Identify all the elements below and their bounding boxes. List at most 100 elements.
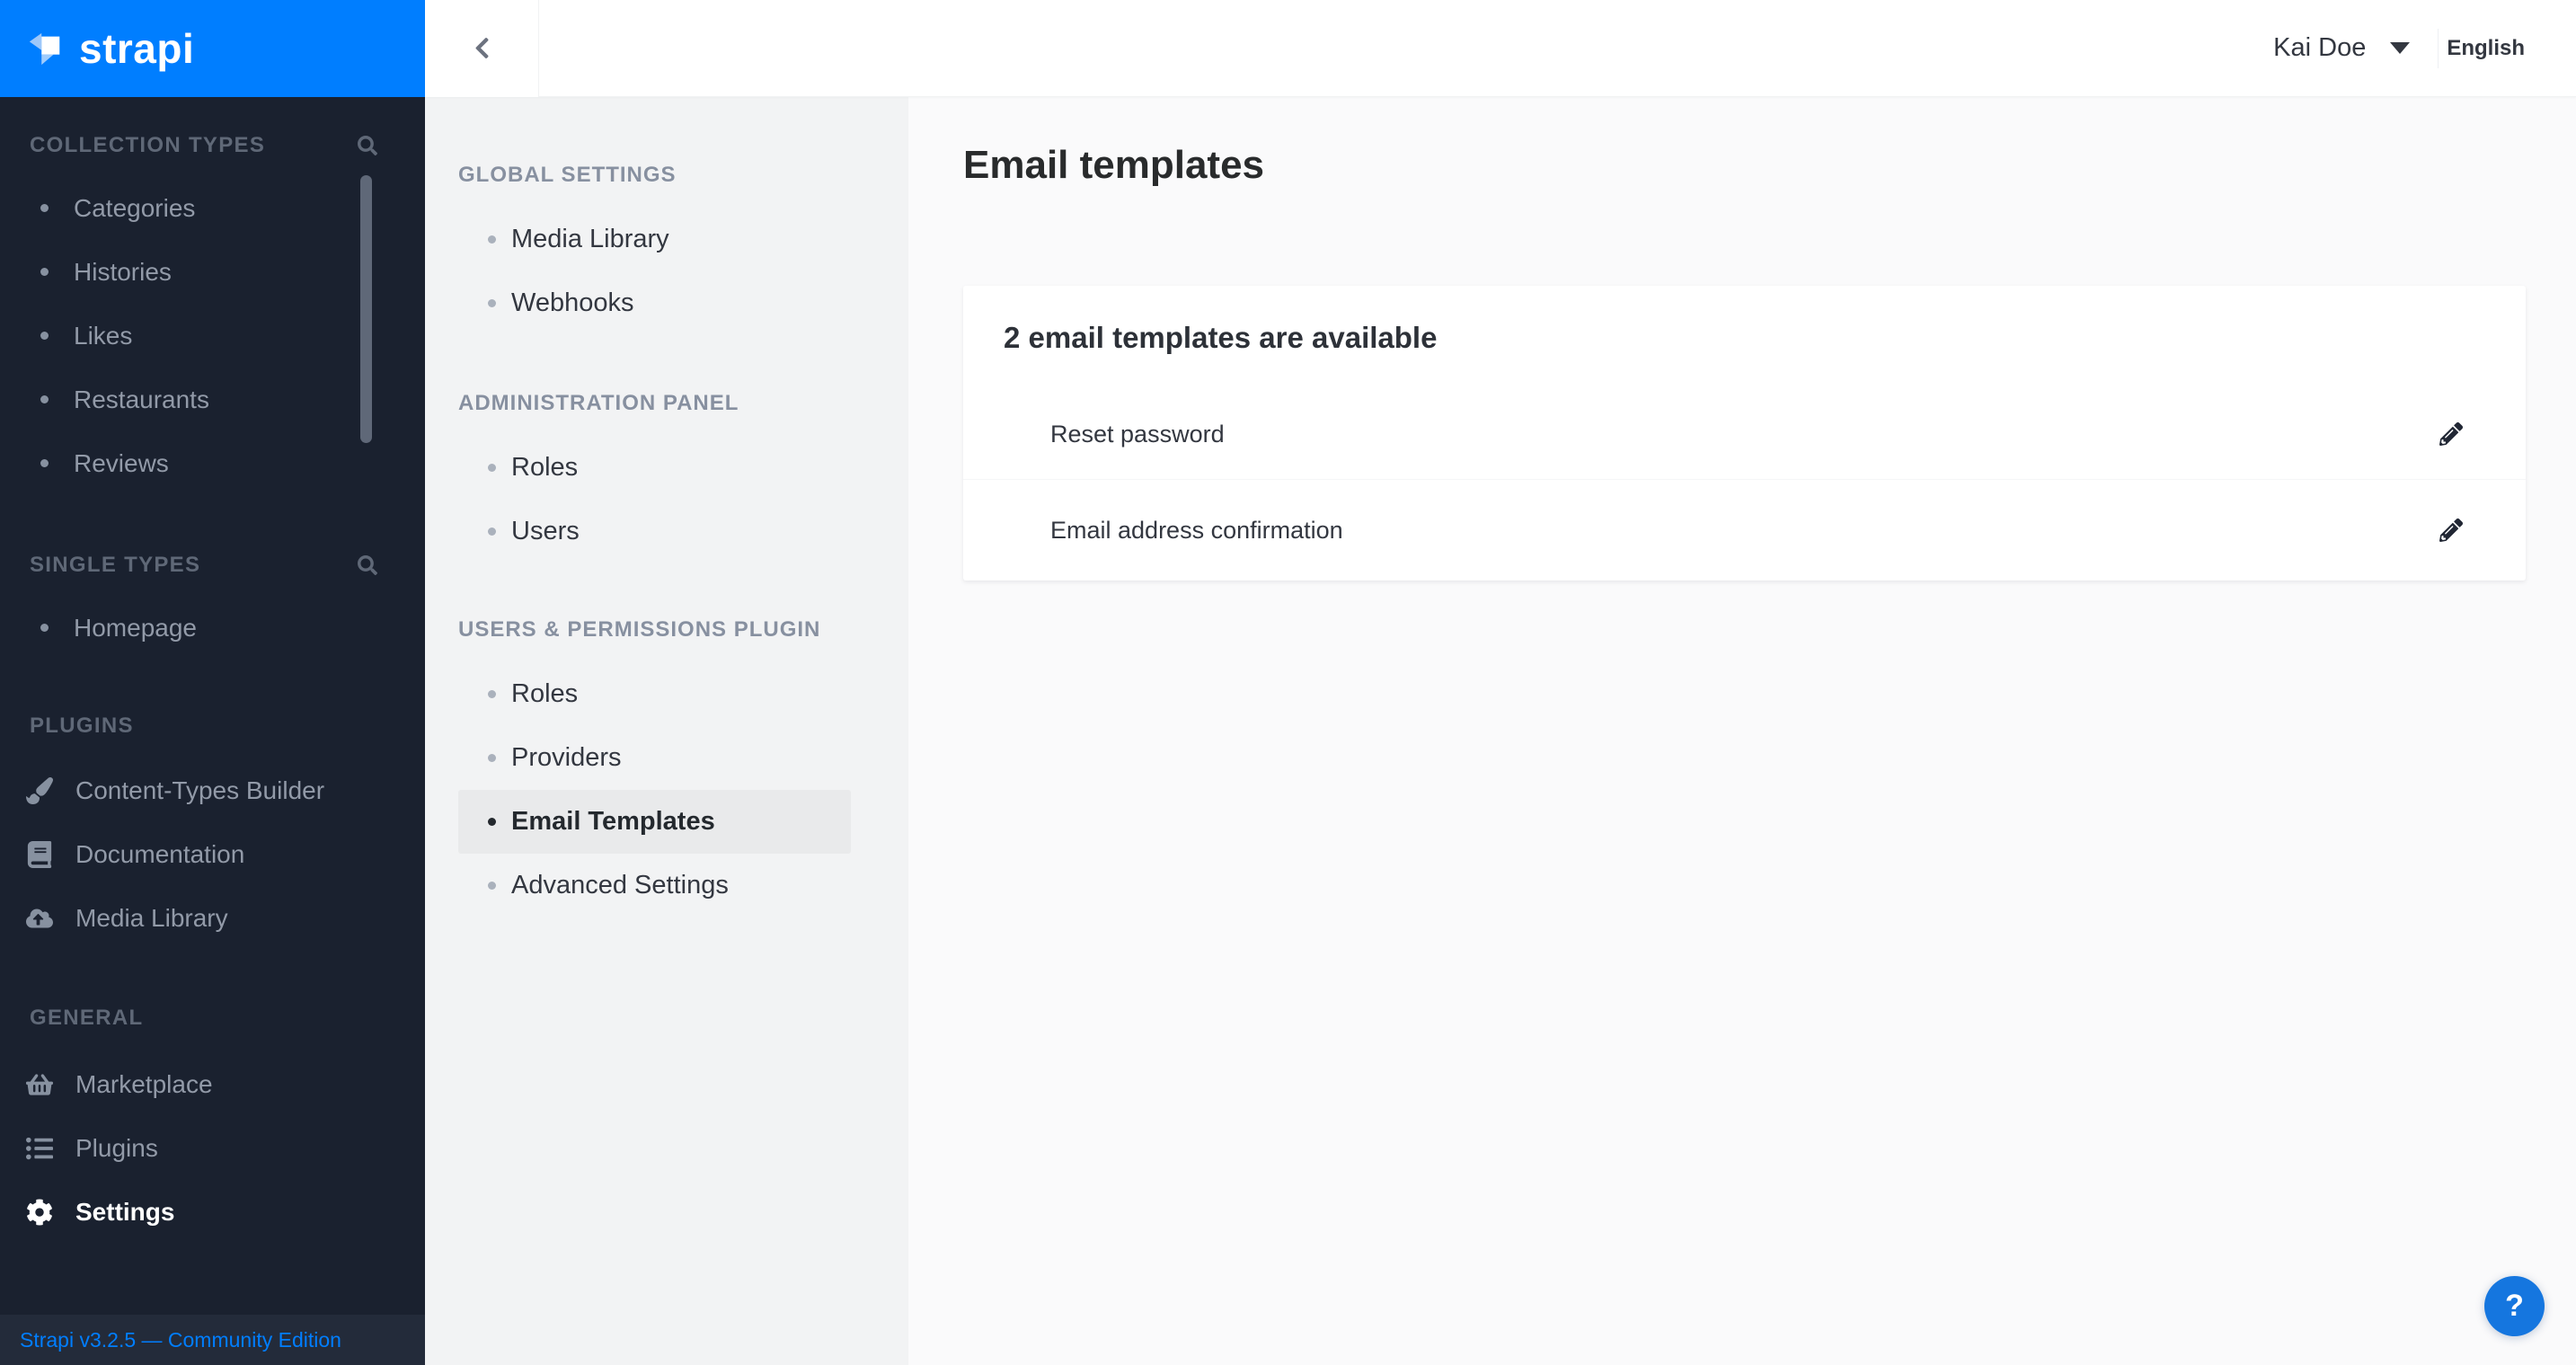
bullet-icon	[488, 754, 496, 762]
topbar-right: Kai Doe English	[2273, 28, 2576, 68]
template-row-email-confirmation[interactable]: Email address confirmation	[963, 480, 2526, 581]
sidebar-footer: Strapi v3.2.5 — Community Edition	[0, 1315, 425, 1365]
bullet-icon	[488, 882, 496, 890]
single-types-header: SINGLE TYPES	[0, 554, 425, 576]
bullet-icon	[488, 690, 496, 698]
settings-subnav: GLOBAL SETTINGS Media Library Webhooks A…	[425, 97, 908, 1365]
plugins-title: PLUGINS	[30, 714, 134, 738]
card-title: 2 email templates are available	[1004, 320, 1438, 354]
subnav-item-label: Media Library	[511, 225, 669, 253]
edit-email-confirmation-button[interactable]	[2438, 517, 2465, 544]
sidebar-item-label: Plugins	[75, 1133, 158, 1162]
general-title: GENERAL	[30, 1006, 144, 1030]
single-types-list: Homepage	[0, 596, 425, 660]
plugins-list: Content-Types Builder Documentation Medi…	[0, 758, 425, 950]
users-permissions-header: USERS & PERMISSIONS PLUGIN	[458, 617, 821, 642]
subnav-item-up-roles[interactable]: Roles	[458, 662, 851, 726]
sidebar-item-homepage[interactable]: Homepage	[0, 596, 425, 660]
sidebar-item-label: Marketplace	[75, 1069, 213, 1098]
subnav-item-advanced-settings[interactable]: Advanced Settings	[458, 854, 851, 917]
help-button[interactable]: ?	[2484, 1276, 2545, 1336]
sidebar-item-documentation[interactable]: Documentation	[0, 822, 425, 886]
shopping-basket-icon	[25, 1070, 54, 1099]
topbar: Kai Doe English	[425, 0, 2576, 97]
pencil-icon	[2439, 519, 2463, 542]
list-icon	[25, 1134, 54, 1163]
language-button[interactable]: English	[2439, 36, 2525, 61]
bullet-icon	[40, 268, 49, 276]
strapi-logo[interactable]: strapi	[0, 0, 425, 97]
edit-reset-password-button[interactable]	[2438, 421, 2465, 448]
bullet-icon	[40, 395, 49, 403]
subnav-item-providers[interactable]: Providers	[458, 726, 851, 790]
sidebar-item-settings[interactable]: Settings	[0, 1180, 425, 1244]
sidebar-item-label: Documentation	[75, 839, 245, 868]
sidebar-item-plugins[interactable]: Plugins	[0, 1116, 425, 1180]
collection-types-header: COLLECTION TYPES	[0, 135, 425, 156]
version-link[interactable]: Strapi v3.2.5 — Community Edition	[20, 1328, 341, 1352]
bullet-icon	[40, 624, 49, 632]
book-icon	[25, 840, 54, 869]
search-icon[interactable]	[358, 136, 377, 155]
sidebar-item-label: Restaurants	[74, 385, 209, 413]
bullet-icon	[488, 235, 496, 244]
page-title: Email templates	[963, 143, 1265, 187]
sidebar-item-marketplace[interactable]: Marketplace	[0, 1052, 425, 1116]
cloud-upload-icon	[25, 904, 54, 933]
caret-down-icon	[2390, 42, 2411, 54]
general-list: Marketplace Plugins Settings	[0, 1052, 425, 1244]
single-types-title: SINGLE TYPES	[30, 553, 201, 577]
users-permissions-list: Roles Providers Email Templates Advanced…	[425, 662, 908, 917]
bullet-icon	[488, 464, 496, 472]
user-menu[interactable]: Kai Doe	[2273, 33, 2411, 63]
plugins-header: PLUGINS	[0, 715, 425, 737]
sidebar-item-label: Homepage	[74, 613, 197, 642]
subnav-item-label: Advanced Settings	[511, 871, 729, 900]
bullet-icon	[40, 332, 49, 340]
bullet-icon	[488, 299, 496, 307]
subnav-item-label: Providers	[511, 743, 622, 772]
sidebar-scrollbar[interactable]	[360, 175, 372, 443]
subnav-item-label: Roles	[511, 679, 579, 708]
sidebar-item-content-types-builder[interactable]: Content-Types Builder	[0, 758, 425, 822]
sidebar-item-label: Histories	[74, 257, 172, 286]
strapi-logo-text: strapi	[79, 25, 195, 72]
main-sidebar: strapi COLLECTION TYPES Categories Histo…	[0, 0, 425, 1365]
pencil-icon	[2439, 422, 2463, 446]
subnav-item-admin-roles[interactable]: Roles	[458, 436, 851, 500]
global-settings-list: Media Library Webhooks	[425, 208, 908, 335]
subnav-item-label: Email Templates	[511, 807, 715, 836]
question-mark-icon: ?	[2505, 1289, 2524, 1323]
subnav-item-label: Users	[511, 517, 580, 545]
administration-panel-header: ADMINISTRATION PANEL	[458, 391, 739, 415]
sidebar-item-label: Reviews	[74, 448, 169, 477]
subnav-item-media-library[interactable]: Media Library	[458, 208, 851, 271]
general-header: GENERAL	[0, 1007, 425, 1029]
strapi-logo-icon	[29, 32, 60, 66]
sidebar-item-label: Categories	[74, 193, 196, 222]
chevron-left-icon	[475, 37, 488, 59]
sidebar-item-label: Media Library	[75, 903, 228, 932]
subnav-item-email-templates[interactable]: Email Templates	[458, 790, 851, 854]
subnav-item-admin-users[interactable]: Users	[458, 500, 851, 563]
bullet-icon	[40, 204, 49, 212]
template-rows: Reset password Email address confirmatio…	[963, 389, 2526, 581]
main-content: Email templates 2 email templates are av…	[908, 97, 2576, 1365]
bullet-icon	[488, 527, 496, 536]
sidebar-item-label: Likes	[74, 321, 133, 350]
subnav-item-webhooks[interactable]: Webhooks	[458, 271, 851, 335]
global-settings-header: GLOBAL SETTINGS	[458, 163, 677, 187]
sidebar-item-media-library[interactable]: Media Library	[0, 886, 425, 950]
bullet-icon	[488, 818, 496, 826]
subnav-item-label: Roles	[511, 453, 579, 482]
sidebar-item-label: Content-Types Builder	[75, 776, 325, 804]
template-label: Reset password	[1050, 420, 1225, 448]
search-icon[interactable]	[358, 555, 377, 575]
email-templates-card: 2 email templates are available Reset pa…	[963, 286, 2526, 581]
template-row-reset-password[interactable]: Reset password	[963, 389, 2526, 479]
back-button[interactable]	[425, 0, 539, 97]
bullet-icon	[40, 459, 49, 467]
user-name: Kai Doe	[2273, 33, 2367, 62]
gear-icon	[25, 1198, 54, 1227]
collection-types-title: COLLECTION TYPES	[30, 133, 266, 157]
